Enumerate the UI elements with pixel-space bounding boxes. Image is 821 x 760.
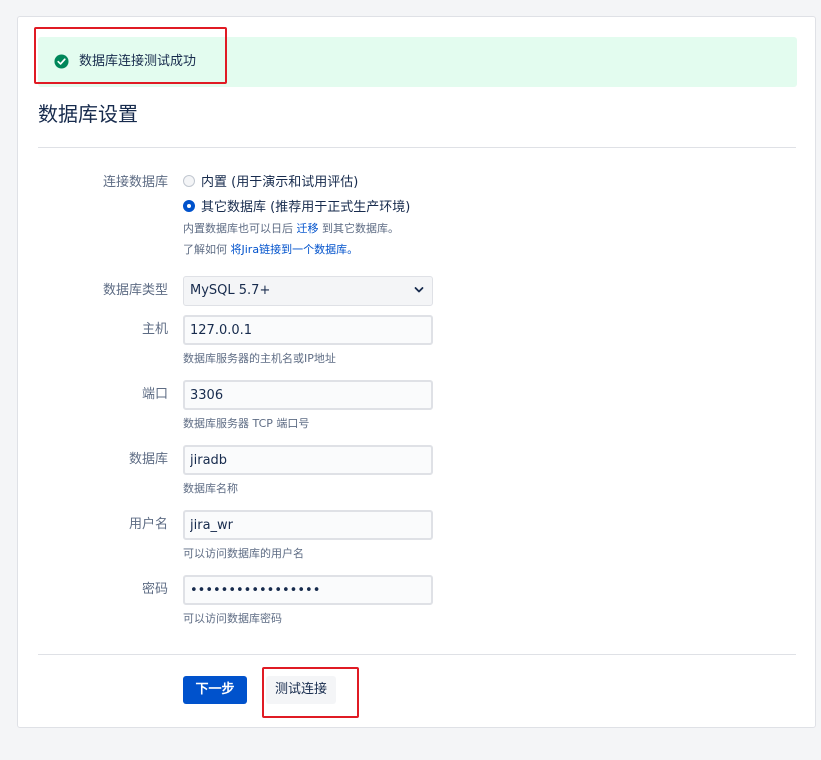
username-label: 用户名 — [128, 517, 168, 532]
radio-builtin[interactable]: 内置 (用于演示和试用评估) — [183, 174, 358, 192]
radio-other-label: 其它数据库 (推荐用于正式生产环境) — [201, 200, 411, 215]
connection-help-learn: 了解如何 将Jira链接到一个数据库。 — [183, 243, 359, 256]
page-title: 数据库设置 — [38, 102, 138, 126]
username-input[interactable] — [183, 510, 433, 540]
username-help: 可以访问数据库的用户名 — [183, 547, 304, 560]
password-help: 可以访问数据库密码 — [183, 612, 282, 625]
migrate-link[interactable]: 迁移 — [297, 222, 319, 235]
database-label: 数据库 — [128, 452, 168, 467]
radio-builtin-label: 内置 (用于演示和试用评估) — [201, 175, 359, 190]
title-divider — [38, 147, 796, 148]
test-connection-highlight-box — [262, 667, 359, 718]
port-input[interactable] — [183, 380, 433, 410]
link-jira-db-link[interactable]: 将Jira链接到一个数据库。 — [231, 243, 359, 256]
radio-other[interactable]: 其它数据库 (推荐用于正式生产环境) — [183, 199, 410, 217]
port-label: 端口 — [141, 387, 168, 402]
setup-panel: 数据库连接测试成功 数据库设置 连接数据库 内置 (用于演示和试用评估) 其它数… — [17, 16, 816, 728]
success-highlight-box — [34, 27, 227, 84]
db-type-value: MySQL 5.7+ — [190, 283, 271, 298]
next-button[interactable]: 下一步 — [183, 676, 247, 704]
connection-help-migrate: 内置数据库也可以日后 迁移 到其它数据库。 — [183, 222, 399, 235]
database-help: 数据库名称 — [183, 482, 238, 495]
connection-label: 连接数据库 — [102, 175, 168, 190]
db-type-select[interactable]: MySQL 5.7+ — [183, 276, 433, 306]
chevron-down-icon — [414, 287, 424, 293]
radio-builtin-circle[interactable] — [183, 175, 195, 187]
password-label: 密码 — [141, 582, 168, 597]
host-label: 主机 — [141, 322, 168, 337]
host-input[interactable] — [183, 315, 433, 345]
database-input[interactable] — [183, 445, 433, 475]
password-input[interactable] — [183, 575, 433, 605]
host-help: 数据库服务器的主机名或IP地址 — [183, 352, 336, 365]
port-help: 数据库服务器 TCP 端口号 — [183, 417, 310, 430]
radio-other-circle[interactable] — [183, 200, 195, 212]
db-type-label: 数据库类型 — [102, 283, 168, 298]
footer-divider — [38, 654, 796, 655]
